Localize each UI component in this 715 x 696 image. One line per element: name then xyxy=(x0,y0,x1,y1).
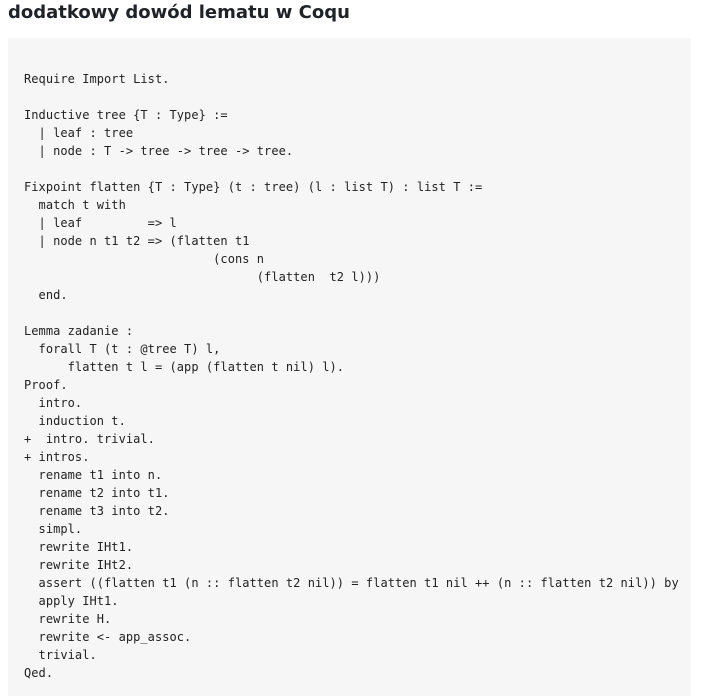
code-line: rewrite IHt1. xyxy=(24,540,134,554)
code-line: end. xyxy=(24,288,68,302)
code-line: forall T (t : @tree T) l, xyxy=(24,342,221,356)
code-line: (flatten t2 l))) xyxy=(24,270,381,284)
code-line: | leaf : tree xyxy=(24,126,134,140)
code-line: trivial. xyxy=(24,648,97,662)
code-line: | node n t1 t2 => (flatten t1 xyxy=(24,234,250,248)
code-line: rename t2 into t1. xyxy=(24,486,170,500)
code-line: Require Import List. xyxy=(24,72,170,86)
code-listing: Require Import List. Inductive tree {T : … xyxy=(24,70,679,682)
code-line: | node : T -> tree -> tree -> tree. xyxy=(24,144,294,158)
code-line: Fixpoint flatten {T : Type} (t : tree) (… xyxy=(24,180,483,194)
code-line: Inductive tree {T : Type} := xyxy=(24,108,228,122)
code-line: apply IHt1. xyxy=(24,594,119,608)
code-line: intro. xyxy=(24,396,83,410)
code-line: assert ((flatten t1 (n :: flatten t2 nil… xyxy=(24,576,679,590)
code-line: Qed. xyxy=(24,666,54,680)
code-line: induction t. xyxy=(24,414,126,428)
section-heading: dodatkowy dowód lematu w Coqu xyxy=(8,2,350,23)
code-line: rename t1 into n. xyxy=(24,468,163,482)
code-line: (cons n xyxy=(24,252,265,266)
code-line: + intro. trivial. xyxy=(24,432,155,446)
code-line: rewrite H. xyxy=(24,612,112,626)
code-line: rewrite <- app_assoc. xyxy=(24,630,192,644)
code-line: simpl. xyxy=(24,522,83,536)
code-line: flatten t l = (app (flatten t nil) l). xyxy=(24,360,345,374)
code-line: + intros. xyxy=(24,450,90,464)
code-block: Require Import List. Inductive tree {T : … xyxy=(8,38,691,696)
code-line: Lemma zadanie : xyxy=(24,324,134,338)
code-line: Proof. xyxy=(24,378,68,392)
code-line: rename t3 into t2. xyxy=(24,504,170,518)
page: dodatkowy dowód lematu w Coqu Require Im… xyxy=(0,0,715,696)
code-line: match t with xyxy=(24,198,126,212)
code-line: rewrite IHt2. xyxy=(24,558,134,572)
code-line: | leaf => l xyxy=(24,216,177,230)
